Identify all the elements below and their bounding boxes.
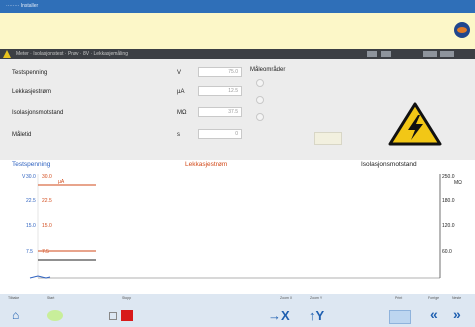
arrow-right-icon: →	[268, 308, 281, 323]
breadcrumb: Meter · Isolasjonstest · Prøv · 8V · Lek…	[16, 51, 128, 57]
zoom-y-label: Y	[315, 308, 325, 323]
zoom-x-label: X	[281, 308, 290, 323]
window-title: ········ Installer	[6, 3, 39, 9]
previous-button[interactable]: «	[430, 306, 438, 322]
header-banner	[0, 13, 475, 49]
status-toolbar: Meter · Isolasjonstest · Prøv · 8V · Lek…	[0, 49, 475, 59]
param-unit: s	[177, 132, 180, 138]
param-value-field[interactable]: 0	[198, 129, 242, 139]
param-value-field[interactable]: 37.5	[198, 107, 242, 117]
param-row-test-voltage: Testspenning V 75.0	[12, 67, 242, 79]
range-radio-auto[interactable]	[256, 79, 264, 87]
high-voltage-warning-icon	[388, 102, 442, 146]
measurement-range-title: Måleområder	[250, 67, 286, 73]
chart-plot	[29, 174, 441, 279]
footer-label: Tilbake	[8, 296, 20, 300]
param-value-field[interactable]: 12.5	[198, 86, 242, 96]
footer-label: Neste	[452, 296, 462, 300]
range-radio-low[interactable]	[256, 113, 264, 121]
footer-label: Stopp	[122, 296, 132, 300]
warning-icon	[3, 50, 11, 58]
stop-indicator-icon	[109, 312, 117, 320]
param-value-field[interactable]: 75.0	[198, 67, 242, 77]
param-label: Lekkasjestrøm	[12, 89, 52, 95]
chart-area: Testspenning Lekkasjestrøm Isolasjonsmot…	[0, 160, 475, 294]
param-unit: µA	[177, 89, 185, 95]
footer-toolbar: Tilbake Start Stopp Zoom X Zoom Y Print …	[0, 294, 475, 327]
param-row-insulation-resistance: Isolasjonsmotstand MΩ 37.5	[12, 107, 242, 119]
minimize-icon[interactable]	[423, 51, 437, 57]
param-label: Isolasjonsmotstand	[12, 110, 64, 116]
zoom-x-button[interactable]: →X	[268, 308, 290, 323]
footer-label: Zoom X	[280, 296, 293, 300]
zoom-y-button[interactable]: ↑Y	[309, 308, 324, 323]
company-logo	[454, 22, 470, 38]
param-unit: V	[177, 70, 182, 76]
footer-label: Zoom Y	[310, 296, 323, 300]
apply-button[interactable]	[314, 132, 342, 145]
stop-button[interactable]	[121, 310, 133, 321]
param-label: Testspenning	[12, 70, 48, 76]
info-icon[interactable]	[367, 51, 377, 57]
settings-icon[interactable]	[440, 51, 454, 57]
next-button[interactable]: »	[453, 306, 461, 322]
help-icon[interactable]	[381, 51, 391, 57]
footer-label: Forrige	[428, 296, 440, 300]
param-label: Måletid	[12, 132, 32, 138]
range-radio-manual[interactable]	[256, 96, 264, 104]
print-button[interactable]	[389, 310, 411, 324]
footer-label: Start	[47, 296, 55, 300]
param-row-leakage-current: Lekkasjestrøm µA 12.5	[12, 86, 242, 98]
param-row-measure-time: Måletid s 0	[12, 129, 242, 141]
window-titlebar: ········ Installer	[0, 0, 475, 13]
footer-label: Print	[395, 296, 403, 300]
home-button[interactable]: ⌂	[12, 308, 19, 322]
start-button[interactable]	[47, 310, 63, 321]
param-unit: MΩ	[177, 110, 187, 116]
